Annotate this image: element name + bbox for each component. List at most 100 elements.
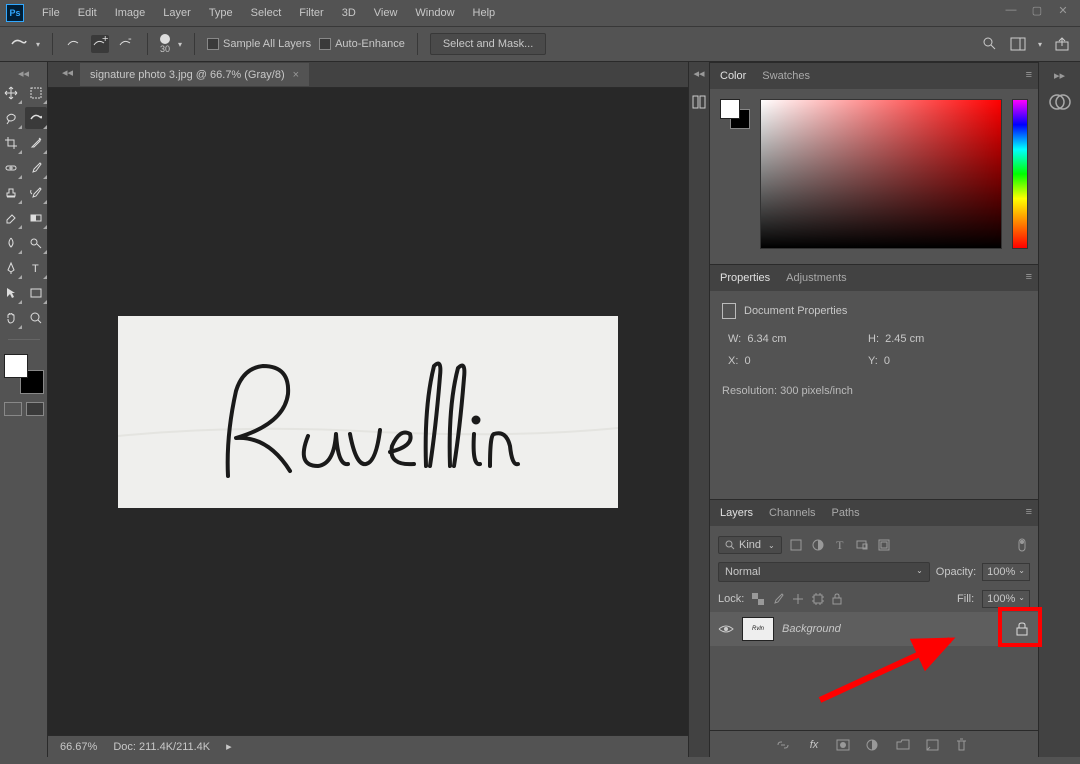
document-tab[interactable]: signature photo 3.jpg @ 66.7% (Gray/8) × [80, 63, 309, 86]
document-canvas[interactable] [118, 316, 618, 508]
close-tab-icon[interactable]: × [293, 69, 299, 81]
lock-all-icon[interactable] [832, 593, 842, 605]
dropdown-icon[interactable]: ▾ [36, 40, 40, 49]
swatches-tab[interactable]: Swatches [762, 70, 810, 82]
menu-layer[interactable]: Layer [155, 3, 199, 23]
panel-menu-icon[interactable]: ≡ [1026, 69, 1032, 81]
group-icon[interactable] [896, 739, 912, 750]
link-layers-icon[interactable] [776, 740, 792, 750]
layer-name[interactable]: Background [782, 623, 1008, 635]
color-field[interactable] [760, 99, 1002, 249]
status-more-icon[interactable]: ▸ [226, 740, 232, 753]
zoom-tool[interactable] [25, 307, 47, 329]
type-tool[interactable]: T [25, 257, 47, 279]
filter-adjust-icon[interactable] [810, 537, 826, 553]
panel-menu-icon[interactable]: ≡ [1026, 506, 1032, 518]
select-and-mask-button[interactable]: Select and Mask... [430, 33, 547, 55]
panel-icon[interactable] [691, 94, 707, 110]
foreground-color[interactable] [4, 354, 28, 378]
adjustments-tab[interactable]: Adjustments [786, 272, 847, 284]
hue-slider[interactable] [1012, 99, 1028, 249]
lock-image-icon[interactable] [772, 593, 784, 605]
share-icon[interactable] [1054, 36, 1070, 52]
maximize-button[interactable]: ▢ [1028, 3, 1046, 17]
panel-color-swatch[interactable] [720, 99, 750, 129]
menu-help[interactable]: Help [465, 3, 504, 23]
layer-thumbnail[interactable]: Rvln [742, 617, 774, 641]
canvas[interactable] [48, 88, 688, 735]
panel-menu-icon[interactable]: ≡ [1026, 271, 1032, 283]
opacity-input[interactable]: 100%⌄ [982, 563, 1030, 581]
channels-tab[interactable]: Channels [769, 507, 815, 519]
add-selection-icon[interactable]: + [91, 35, 109, 53]
fx-icon[interactable]: fx [806, 739, 822, 751]
history-brush-tool[interactable] [25, 182, 47, 204]
eraser-tool[interactable] [0, 207, 22, 229]
filter-shape-icon[interactable] [854, 537, 870, 553]
close-button[interactable]: ✕ [1054, 3, 1072, 17]
dropdown-icon[interactable]: ▾ [178, 40, 182, 49]
path-selection-tool[interactable] [0, 282, 22, 304]
hand-tool[interactable] [0, 307, 22, 329]
stamp-tool[interactable] [0, 182, 22, 204]
filter-smart-icon[interactable] [876, 537, 892, 553]
workspace-icon[interactable] [1010, 37, 1026, 51]
crop-tool[interactable] [0, 132, 22, 154]
delete-layer-icon[interactable] [956, 738, 972, 751]
menu-filter[interactable]: Filter [291, 3, 331, 23]
menu-type[interactable]: Type [201, 3, 241, 23]
menu-view[interactable]: View [366, 3, 406, 23]
healing-tool[interactable] [0, 157, 22, 179]
creative-cloud-icon[interactable] [1048, 90, 1072, 114]
filter-toggle-icon[interactable] [1014, 537, 1030, 553]
menu-window[interactable]: Window [407, 3, 462, 23]
color-swatch[interactable] [4, 354, 44, 394]
properties-tab[interactable]: Properties [720, 272, 770, 284]
marquee-tool[interactable] [25, 82, 47, 104]
filter-pixel-icon[interactable] [788, 537, 804, 553]
adjustment-icon[interactable] [866, 739, 882, 751]
color-tab[interactable]: Color [720, 70, 746, 82]
collapse-far-right[interactable]: ▸▸ [1039, 70, 1080, 80]
lock-position-icon[interactable] [792, 593, 804, 605]
visibility-icon[interactable] [718, 623, 734, 635]
doc-size[interactable]: Doc: 211.4K/211.4K [113, 741, 210, 753]
quick-selection-tool[interactable] [25, 107, 47, 129]
lock-artboard-icon[interactable] [812, 593, 824, 605]
lasso-tool[interactable] [0, 107, 22, 129]
menu-image[interactable]: Image [107, 3, 154, 23]
menu-file[interactable]: File [34, 3, 68, 23]
pen-tool[interactable] [0, 257, 22, 279]
panel-fg-color[interactable] [720, 99, 740, 119]
brush-tool[interactable] [25, 157, 47, 179]
zoom-value[interactable]: 66.67% [60, 741, 97, 753]
move-tool[interactable] [0, 82, 22, 104]
mask-icon[interactable] [836, 739, 852, 751]
screenmode-toggle[interactable] [26, 402, 44, 416]
shape-tool[interactable] [25, 282, 47, 304]
layer-filter-kind[interactable]: Kind⌄ [718, 536, 782, 554]
subtract-selection-icon[interactable]: - [117, 35, 135, 53]
search-icon[interactable] [982, 36, 998, 52]
current-tool-icon[interactable] [10, 35, 28, 53]
sample-all-layers-checkbox[interactable]: Sample All Layers [207, 38, 311, 50]
new-selection-icon[interactable] [65, 35, 83, 53]
menu-edit[interactable]: Edit [70, 3, 105, 23]
quickmask-toggle[interactable] [4, 402, 22, 416]
lock-transparency-icon[interactable] [752, 593, 764, 605]
minimize-button[interactable]: — [1002, 3, 1020, 17]
filter-type-icon[interactable]: T [832, 537, 848, 553]
gradient-tool[interactable] [25, 207, 47, 229]
collapse-right[interactable]: ◂◂ [689, 68, 709, 78]
menu-select[interactable]: Select [243, 3, 290, 23]
collapse-left[interactable]: ◂◂ [62, 66, 73, 79]
dodge-tool[interactable] [25, 232, 47, 254]
eyedropper-tool[interactable] [25, 132, 47, 154]
dropdown-icon[interactable]: ▾ [1038, 40, 1042, 49]
collapse-toolbox[interactable]: ◂◂ [0, 68, 47, 78]
brush-preset[interactable]: 30 [160, 34, 170, 54]
auto-enhance-checkbox[interactable]: Auto-Enhance [319, 38, 405, 50]
layer-row-background[interactable]: Rvln Background [710, 612, 1038, 646]
menu-3d[interactable]: 3D [334, 3, 364, 23]
fill-input[interactable]: 100%⌄ [982, 590, 1030, 608]
